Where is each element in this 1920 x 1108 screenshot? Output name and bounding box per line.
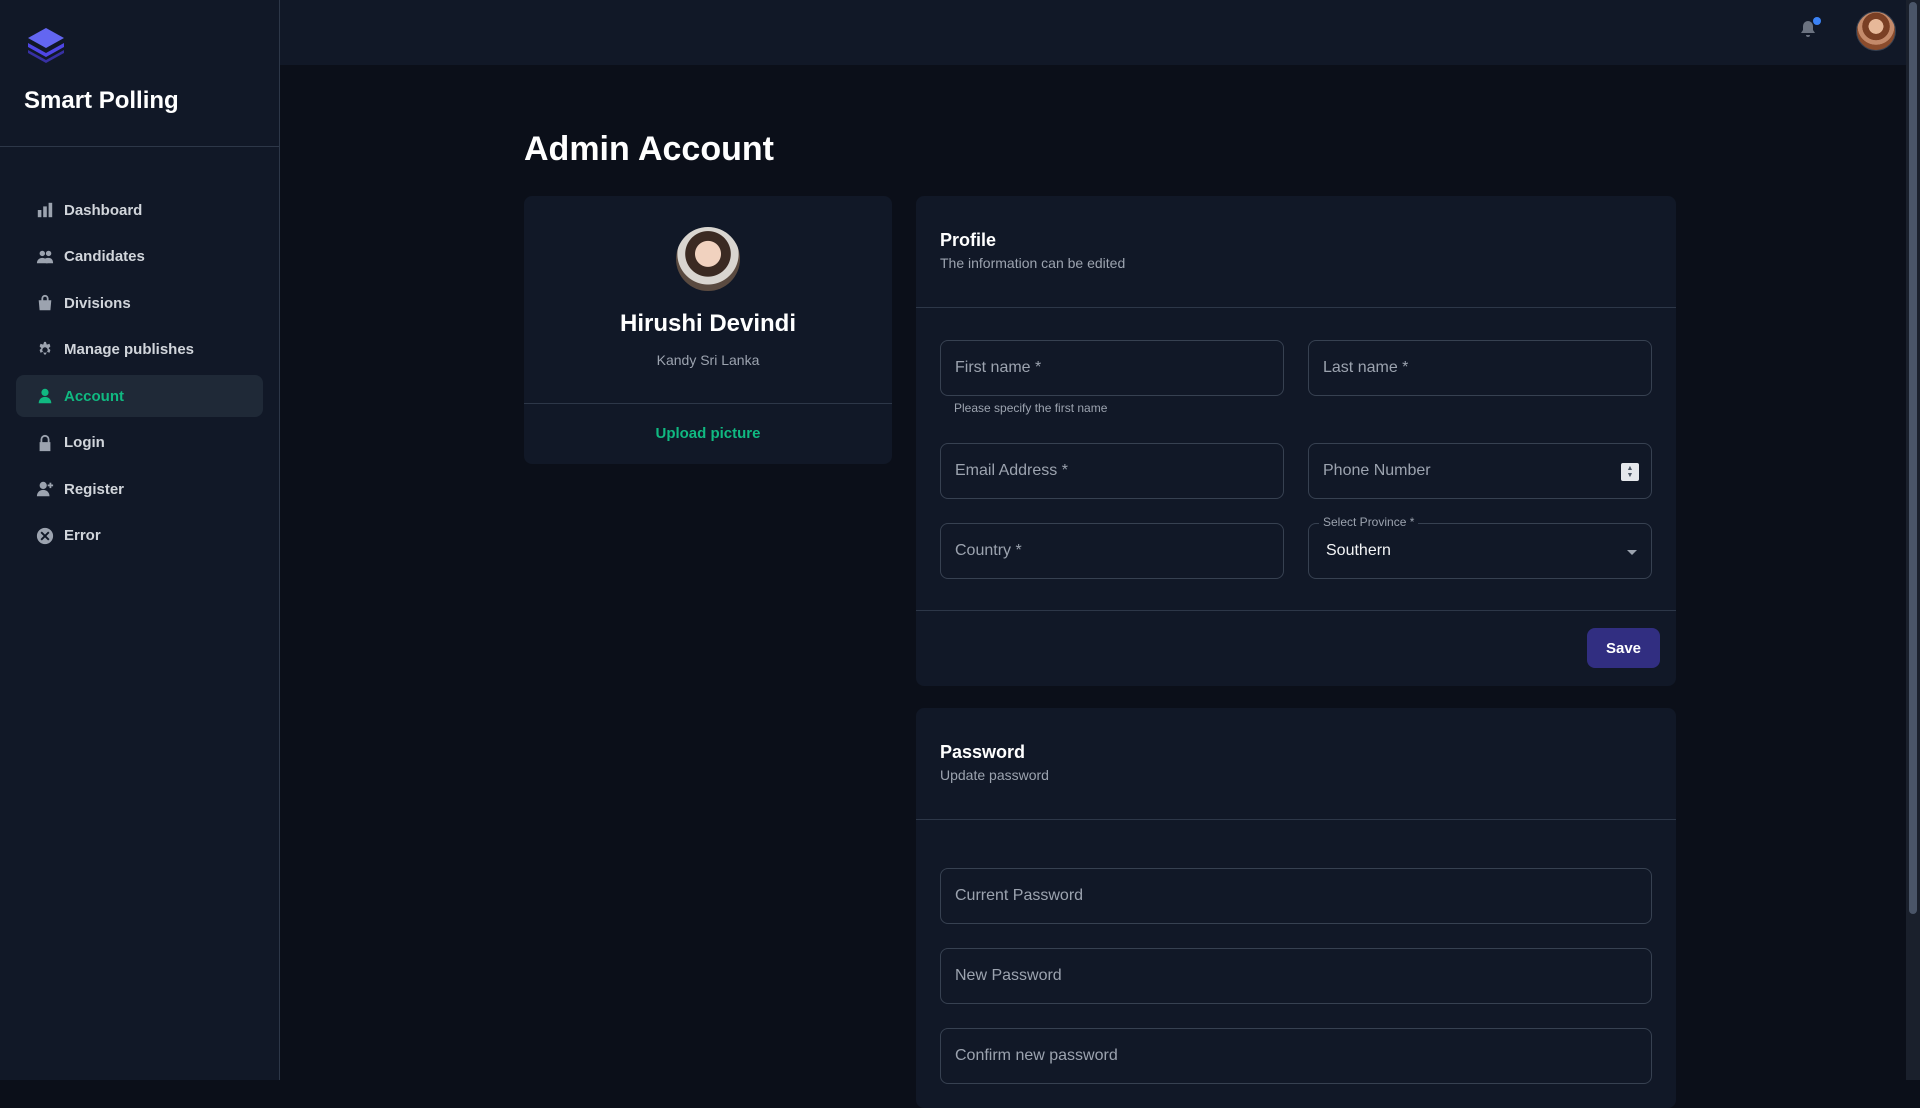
upload-picture-button[interactable]: Upload picture bbox=[524, 425, 892, 442]
current-password-placeholder: Current Password bbox=[955, 887, 1084, 904]
sidebar-nav: Dashboard Candidates Divisions Manage pu… bbox=[0, 147, 279, 557]
user-add-icon bbox=[36, 480, 54, 498]
panel-subtitle: Update password bbox=[940, 767, 1049, 783]
divider bbox=[916, 307, 1676, 308]
profile-name: Hirushi Devindi bbox=[619, 310, 797, 337]
notification-badge bbox=[1813, 17, 1821, 25]
sidebar-item-register[interactable]: Register bbox=[16, 468, 263, 510]
email-field[interactable]: Email Address * bbox=[940, 443, 1284, 499]
users-icon bbox=[36, 248, 54, 266]
email-placeholder: Email Address * bbox=[955, 462, 1068, 479]
province-label: Select Province * bbox=[1319, 515, 1419, 529]
sidebar-item-dashboard[interactable]: Dashboard bbox=[16, 189, 263, 231]
profile-location: Kandy Sri Lanka bbox=[656, 352, 760, 368]
logo-icon[interactable] bbox=[24, 24, 68, 64]
notifications-button[interactable] bbox=[1798, 17, 1822, 43]
scrollbar-thumb[interactable] bbox=[1909, 2, 1917, 914]
phone-placeholder: Phone Number bbox=[1323, 462, 1431, 479]
password-form-panel: Password Update password Current Passwor… bbox=[916, 708, 1676, 1108]
lock-icon bbox=[36, 434, 54, 452]
sidebar-item-label: Register bbox=[64, 480, 125, 498]
sidebar-item-account[interactable]: Account bbox=[16, 375, 263, 417]
gear-icon bbox=[36, 341, 54, 359]
divider bbox=[916, 819, 1676, 820]
top-bar bbox=[280, 0, 1920, 65]
confirm-password-placeholder: Confirm new password bbox=[955, 1047, 1118, 1064]
sidebar-item-login[interactable]: Login bbox=[16, 422, 263, 464]
x-circle-icon bbox=[36, 527, 54, 545]
scrollbar[interactable] bbox=[1906, 0, 1920, 1080]
first-name-placeholder: First name * bbox=[955, 359, 1042, 376]
last-name-placeholder: Last name * bbox=[1323, 359, 1409, 376]
panel-subtitle: The information can be edited bbox=[940, 255, 1126, 271]
number-stepper[interactable]: ▲ ▼ bbox=[1621, 463, 1639, 481]
country-placeholder: Country * bbox=[955, 542, 1022, 559]
chart-bar-icon bbox=[36, 201, 54, 219]
app-name: Smart Polling bbox=[24, 87, 179, 114]
sidebar-item-label: Dashboard bbox=[64, 201, 143, 219]
shopping-bag-icon bbox=[36, 294, 54, 312]
sidebar-item-label: Login bbox=[64, 434, 105, 451]
panel-title: Profile bbox=[940, 230, 997, 250]
current-password-field[interactable]: Current Password bbox=[940, 868, 1652, 924]
phone-number-field[interactable]: Phone Number ▲ ▼ bbox=[1308, 443, 1652, 499]
page-title: Admin Account bbox=[524, 130, 774, 168]
user-icon bbox=[36, 387, 54, 405]
sidebar-item-divisions[interactable]: Divisions bbox=[16, 282, 263, 324]
profile-card: Hirushi Devindi Kandy Sri Lanka Upload p… bbox=[524, 196, 892, 464]
new-password-placeholder: New Password bbox=[955, 967, 1062, 984]
confirm-password-field[interactable]: Confirm new password bbox=[940, 1028, 1652, 1084]
new-password-field[interactable]: New Password bbox=[940, 948, 1652, 1004]
country-field[interactable]: Country * bbox=[940, 523, 1284, 579]
sidebar-item-candidates[interactable]: Candidates bbox=[16, 236, 263, 278]
sidebar-item-label: Account bbox=[64, 387, 124, 405]
caret-down-icon bbox=[1627, 550, 1637, 555]
sidebar: Smart Polling Dashboard Candidates Divis… bbox=[0, 0, 280, 1080]
divider bbox=[916, 610, 1676, 611]
user-avatar[interactable] bbox=[1856, 11, 1896, 51]
province-value: Southern bbox=[1326, 542, 1391, 559]
save-button[interactable]: Save bbox=[1587, 628, 1660, 668]
sidebar-item-label: Candidates bbox=[64, 248, 145, 265]
chevron-up-icon: ▲ bbox=[1626, 465, 1634, 472]
sidebar-item-label: Manage publishes bbox=[64, 341, 195, 358]
first-name-helper-text: Please specify the first name bbox=[954, 401, 1108, 415]
sidebar-item-label: Divisions bbox=[64, 294, 131, 312]
first-name-field[interactable]: First name * bbox=[940, 340, 1284, 396]
sidebar-item-error[interactable]: Error bbox=[16, 515, 263, 557]
profile-form-panel: Profile The information can be edited Fi… bbox=[916, 196, 1676, 686]
chevron-down-icon: ▼ bbox=[1626, 472, 1634, 479]
panel-title: Password bbox=[940, 742, 1026, 762]
sidebar-item-label: Error bbox=[64, 527, 101, 544]
divider bbox=[524, 403, 892, 404]
sidebar-item-manage-publishes[interactable]: Manage publishes bbox=[16, 329, 263, 371]
province-select[interactable]: Select Province * Southern bbox=[1308, 515, 1652, 579]
last-name-field[interactable]: Last name * bbox=[1308, 340, 1652, 396]
brand: Smart Polling bbox=[0, 0, 279, 147]
profile-avatar bbox=[676, 227, 740, 291]
